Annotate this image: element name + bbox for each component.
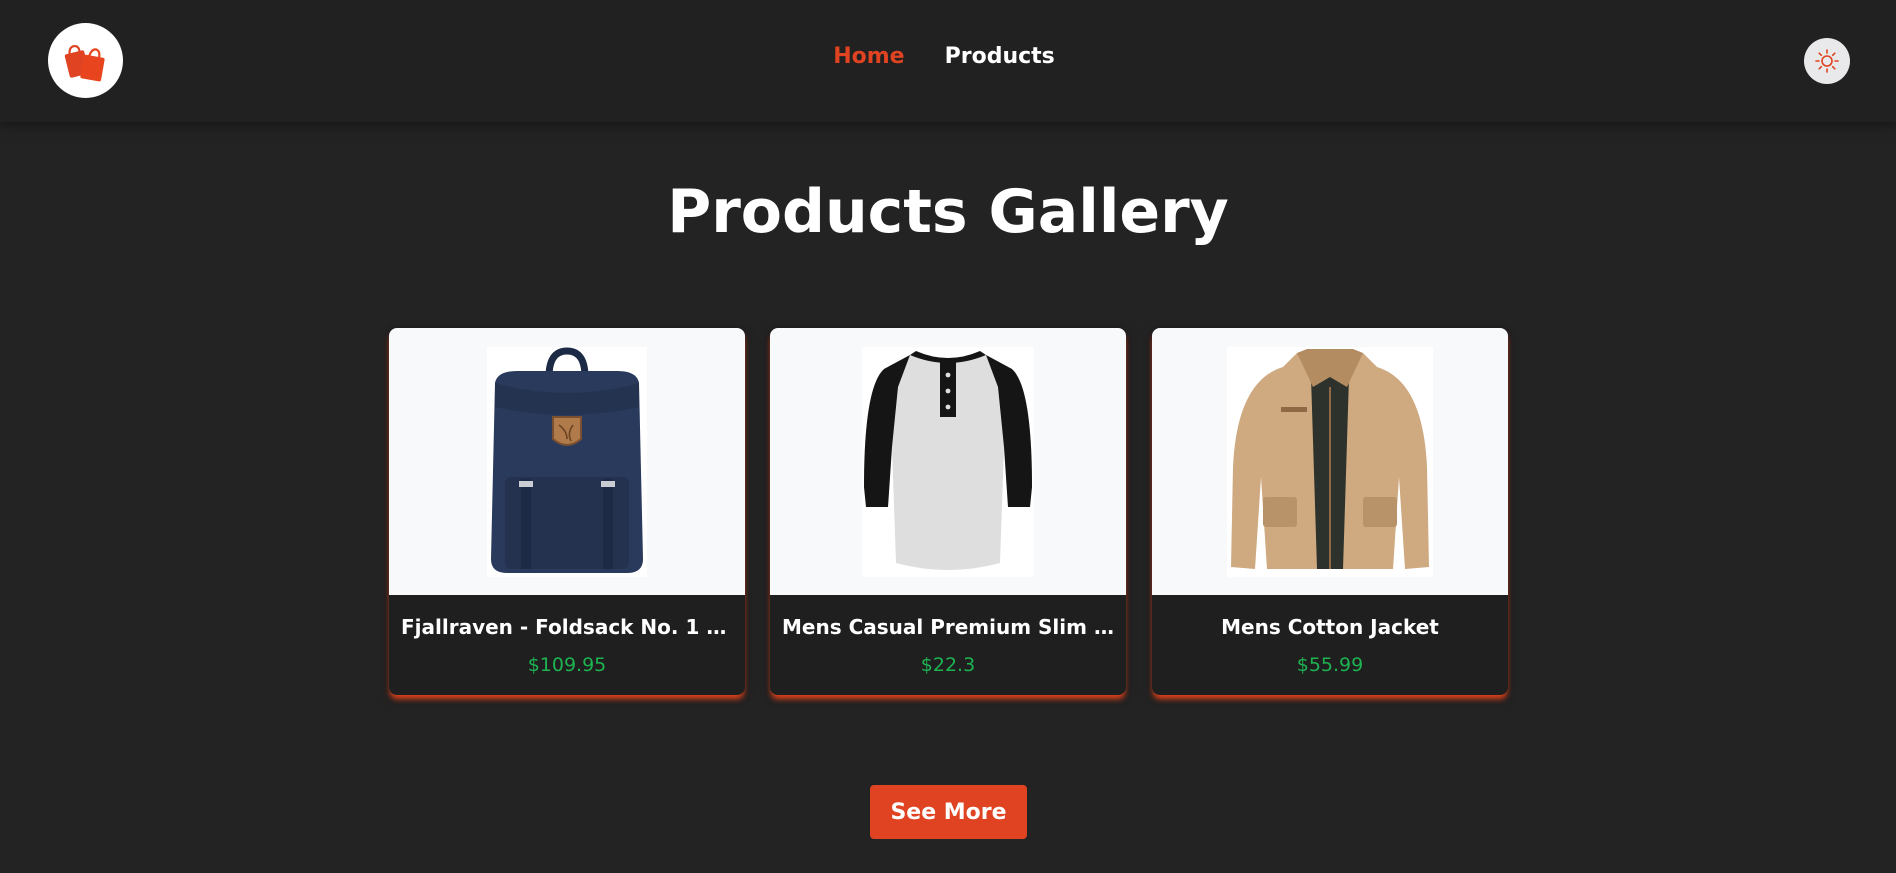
product-name: Fjallraven - Foldsack No. 1 Backpack, Fi… <box>401 615 745 639</box>
see-more-button[interactable]: See More <box>870 785 1027 839</box>
main-nav: Home Products <box>0 44 1892 69</box>
nav-products-link[interactable]: Products <box>945 44 1055 69</box>
nav-home-link[interactable]: Home <box>833 44 904 69</box>
product-price: $22.3 <box>920 654 976 676</box>
tshirt-image <box>862 346 1034 577</box>
backpack-image <box>487 346 647 577</box>
product-image-container <box>770 328 1126 595</box>
product-price: $55.99 <box>1296 654 1364 676</box>
navbar: Home Products <box>0 0 1896 122</box>
product-image-container <box>1152 328 1508 595</box>
jacket-image <box>1227 346 1433 577</box>
theme-toggle-button[interactable] <box>1804 38 1850 84</box>
product-price: $109.95 <box>527 654 607 676</box>
product-image-container <box>389 328 745 595</box>
page-title: Products Gallery <box>667 177 1229 247</box>
sun-icon <box>1815 49 1839 73</box>
product-name: Mens Cotton Jacket <box>1221 615 1439 639</box>
product-card[interactable]: Mens Casual Premium Slim Fit T-Shirts $2… <box>770 328 1126 695</box>
product-name: Mens Casual Premium Slim Fit T-Shirts <box>782 615 1126 639</box>
product-card[interactable]: Mens Cotton Jacket $55.99 <box>1152 328 1508 695</box>
product-card[interactable]: Fjallraven - Foldsack No. 1 Backpack, Fi… <box>389 328 745 695</box>
